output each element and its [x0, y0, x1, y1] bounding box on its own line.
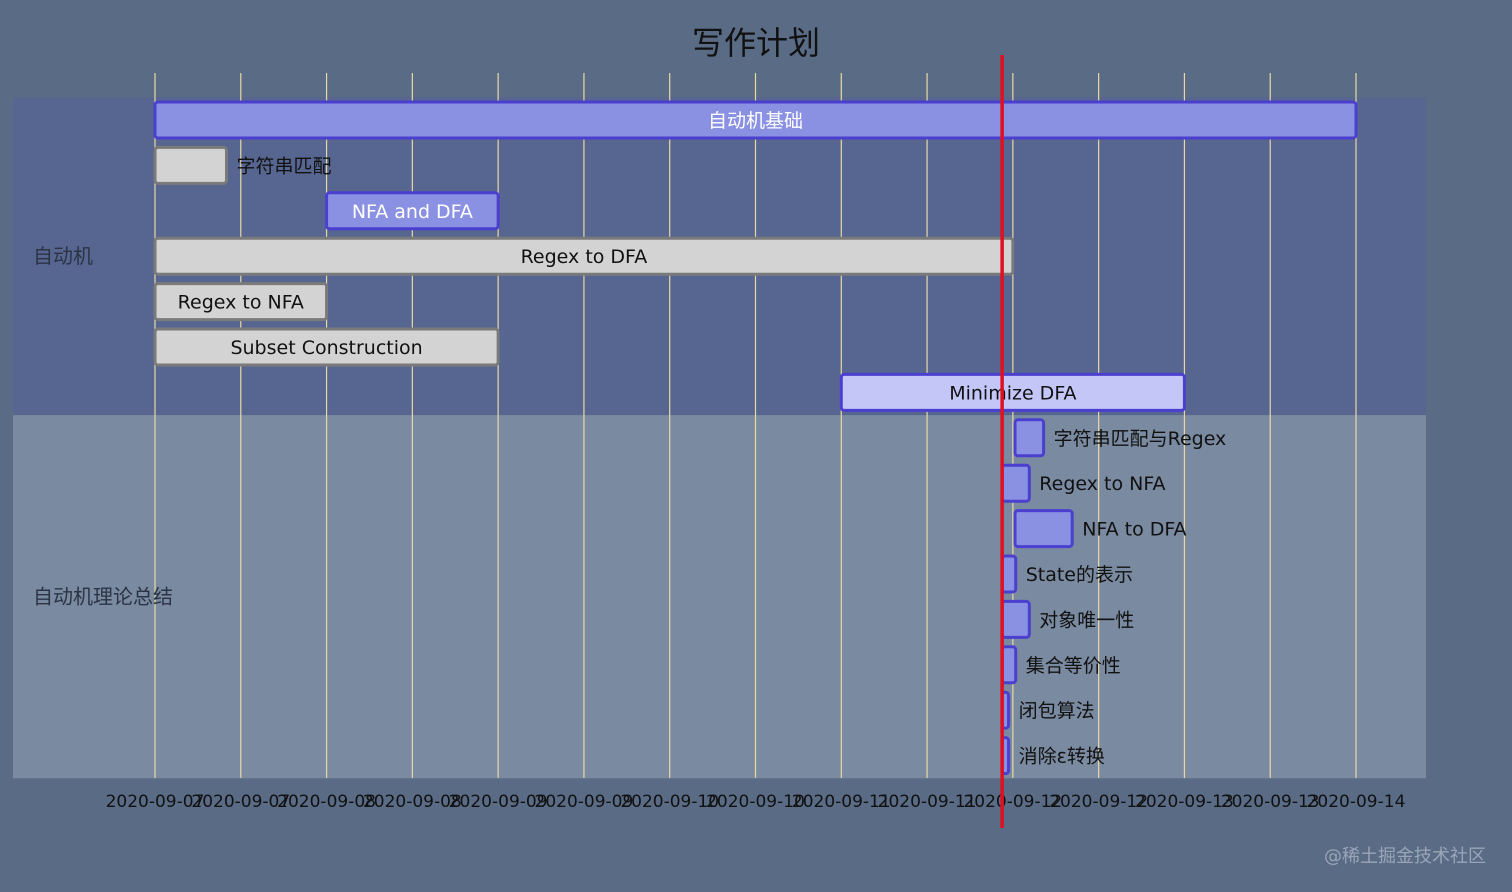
x-tick-label: 2020-09-12 [1049, 792, 1148, 812]
x-tick-label: 2020-09-13 [1135, 792, 1234, 812]
task-label: Regex to NFA [1039, 473, 1165, 495]
task-bar[interactable] [1013, 509, 1074, 549]
section-label: 自动机理论总结 [33, 585, 173, 609]
watermark: @稀土掘金技术社区 [1324, 846, 1486, 867]
x-tick-label: 2020-09-07 [106, 792, 205, 812]
x-tick-label: 2020-09-12 [963, 792, 1062, 812]
section-label: 自动机 [33, 244, 93, 268]
task-label: 自动机基础 [708, 110, 803, 132]
x-tick-label: 2020-09-13 [1221, 792, 1320, 812]
task-label: NFA to DFA [1082, 519, 1186, 541]
task-label: Regex to DFA [521, 246, 648, 268]
task-label: 字符串匹配与Regex [1054, 428, 1227, 450]
gantt-chart-stage: 自动机基础字符串匹配 NFA and DFA Regex to DFA Regex t… [0, 0, 1512, 892]
task-label: NFA and DFA [352, 201, 473, 223]
task-bar[interactable] [1000, 599, 1031, 639]
task-label: 字符串匹配 [236, 155, 331, 177]
task-bar[interactable] [153, 145, 228, 185]
task-label: 消除ε转换 [1019, 746, 1105, 768]
x-tick-label: 2020-09-11 [878, 792, 977, 812]
x-tick-label: 2020-09-07 [191, 792, 290, 812]
x-tick-label: 2020-09-09 [449, 792, 548, 812]
task-label: Subset Construction [230, 337, 422, 359]
x-tick-label: 2020-09-08 [363, 792, 462, 812]
task-bar[interactable] [1013, 418, 1046, 458]
x-tick-label: 2020-09-08 [277, 792, 376, 812]
x-tick-label: 2020-09-10 [620, 792, 719, 812]
task-label: 闭包算法 [1019, 700, 1095, 722]
task-bar[interactable] [1000, 463, 1031, 503]
chart-title: 写作计划 [692, 24, 820, 62]
task-label: 对象唯一性 [1039, 609, 1134, 631]
gantt-chart: 自动机基础字符串匹配 NFA and DFA Regex to DFA Regex t… [13, 24, 1426, 828]
task-label: Minimize DFA [949, 382, 1076, 404]
task-bar[interactable] [1000, 645, 1018, 685]
task-label: Regex to NFA [178, 292, 304, 314]
task-label: 集合等价性 [1026, 655, 1121, 677]
x-tick-label: 2020-09-09 [535, 792, 634, 812]
x-tick-label: 2020-09-14 [1307, 792, 1406, 812]
section-band [13, 415, 1426, 779]
task-bar[interactable] [1000, 554, 1018, 594]
x-tick-label: 2020-09-11 [792, 792, 891, 812]
task-label: State的表示 [1026, 564, 1133, 586]
x-tick-label: 2020-09-10 [706, 792, 805, 812]
x-axis-ticks: 2020-09-072020-09-072020-09-082020-09-08… [106, 792, 1406, 812]
